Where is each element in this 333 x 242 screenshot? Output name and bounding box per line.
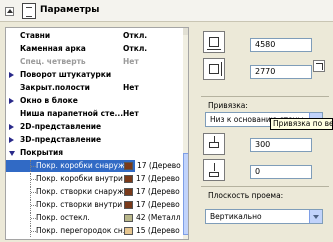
material-value[interactable]: 17 (Дерево	[136, 186, 180, 198]
item-name: Каменная арка	[20, 44, 86, 53]
collapse-arrow-icon[interactable]	[9, 151, 15, 156]
expand-arrow-icon[interactable]	[9, 124, 14, 130]
material-value[interactable]: 17 (Дерево	[135, 160, 183, 172]
group-name: Покрытия	[20, 148, 64, 157]
group-name: Поворот штукатурки	[20, 70, 112, 79]
plane-dropdown[interactable]: Вертикально	[205, 209, 323, 224]
item-name: Спец. четверть	[20, 57, 86, 66]
item-value: Нет	[123, 57, 139, 66]
color-swatch	[124, 214, 133, 222]
item-value: Откл.	[123, 31, 148, 40]
item-name: Ставни	[20, 31, 51, 40]
tree-line	[30, 173, 36, 185]
list-item[interactable]: Каменная арка Откл.	[6, 43, 184, 55]
sill-offset-icon	[203, 159, 225, 181]
offset2-input[interactable]: 0	[250, 165, 312, 179]
list-item[interactable]: Закрыт.полости Нет	[6, 82, 184, 94]
color-swatch	[124, 175, 133, 183]
panel-title: Параметры	[40, 5, 100, 15]
tooltip: Привязка по вертикали	[270, 118, 333, 130]
material-value[interactable]: 17 (Дерево	[136, 173, 180, 185]
list-group[interactable]: 3D-представление	[6, 134, 184, 146]
anchor-label: Привязка:	[208, 101, 248, 110]
group-name: Окно в блоке	[20, 96, 78, 105]
list-item[interactable]: Покр. остекл. 42 (Металл	[6, 212, 184, 224]
item-name: Покр. остекл.	[36, 213, 90, 222]
height-icon	[203, 58, 225, 80]
scroll-up-button[interactable]	[183, 28, 188, 35]
list-item[interactable]: Спец. четверть Нет	[6, 56, 184, 68]
expand-arrow-icon[interactable]	[9, 72, 14, 78]
list-item[interactable]: Покр. створки снаружи 17 (Дерево	[6, 186, 184, 198]
item-name: Покр. створки внутри	[36, 200, 123, 209]
vertical-scrollbar[interactable]	[183, 28, 188, 239]
list-group[interactable]: Поворот штукатурки	[6, 69, 184, 81]
width-icon	[203, 31, 225, 53]
offset-input[interactable]: 300	[250, 138, 312, 152]
list-group[interactable]: 2D-представление	[6, 121, 184, 133]
item-name: Закрыт.полости	[20, 83, 90, 92]
item-name: Покр. коробки внутри	[36, 174, 123, 183]
item-name: Ниша парапетной сте...	[20, 109, 124, 118]
height-input[interactable]: 2770	[250, 65, 312, 79]
item-name: Покр. створки снаружи	[36, 187, 129, 196]
group-name: 3D-представление	[20, 135, 102, 144]
list-item[interactable]: Ставни Откл.	[6, 30, 184, 42]
width-input[interactable]: 4580	[250, 38, 312, 52]
scrollbar-thumb[interactable]	[183, 153, 188, 235]
material-value[interactable]: 17 (Дерево	[136, 199, 180, 211]
list-group-open[interactable]: Покрытия	[6, 147, 184, 159]
color-swatch	[124, 201, 133, 209]
separator	[201, 186, 329, 187]
collapse-toggle-icon[interactable]	[5, 7, 14, 16]
expand-arrow-icon[interactable]	[9, 137, 14, 143]
separator	[201, 96, 329, 97]
chevron-down-icon[interactable]	[309, 210, 322, 223]
tree-line	[30, 186, 36, 198]
anchor-offset-icon	[203, 133, 225, 155]
group-name: 2D-представление	[20, 122, 102, 131]
list-item[interactable]: Покр. створки внутри 17 (Дерево	[6, 199, 184, 211]
list-item[interactable]: Покр. коробки внутри 17 (Дерево	[6, 173, 184, 185]
tree-line	[30, 212, 36, 224]
list-group[interactable]: Окно в блоке	[6, 95, 184, 107]
parameters-icon	[22, 3, 36, 19]
list-item[interactable]: Покр. перегородок сн... 15 (Дерево	[6, 225, 184, 237]
list-item-selected[interactable]: Покр. коробки снаружи 17 (Дерево	[6, 160, 184, 172]
item-value: Нет	[123, 109, 139, 118]
link-dimensions-icon[interactable]	[313, 60, 325, 72]
item-name: Покр. коробки снаружи	[36, 161, 130, 170]
plane-label: Плоскость проема:	[208, 191, 284, 200]
tree-line	[30, 225, 36, 237]
item-value: Нет	[123, 83, 139, 92]
parameters-list[interactable]: Ставни Откл. Каменная арка Откл. Спец. ч…	[5, 27, 189, 240]
panel-header: Параметры	[0, 0, 333, 22]
material-value[interactable]: 42 (Металл	[136, 212, 181, 224]
color-swatch	[124, 188, 133, 196]
list-item[interactable]: Ниша парапетной сте... Нет	[6, 108, 184, 120]
expand-arrow-icon[interactable]	[9, 98, 14, 104]
plane-value: Вертикально	[210, 212, 262, 221]
tree-line	[30, 199, 36, 211]
item-name: Покр. перегородок сн...	[36, 226, 130, 235]
item-value: Откл.	[123, 44, 148, 53]
color-swatch	[124, 227, 133, 235]
material-value[interactable]: 15 (Дерево	[136, 225, 180, 237]
color-swatch	[124, 162, 133, 170]
tree-line	[30, 160, 36, 172]
